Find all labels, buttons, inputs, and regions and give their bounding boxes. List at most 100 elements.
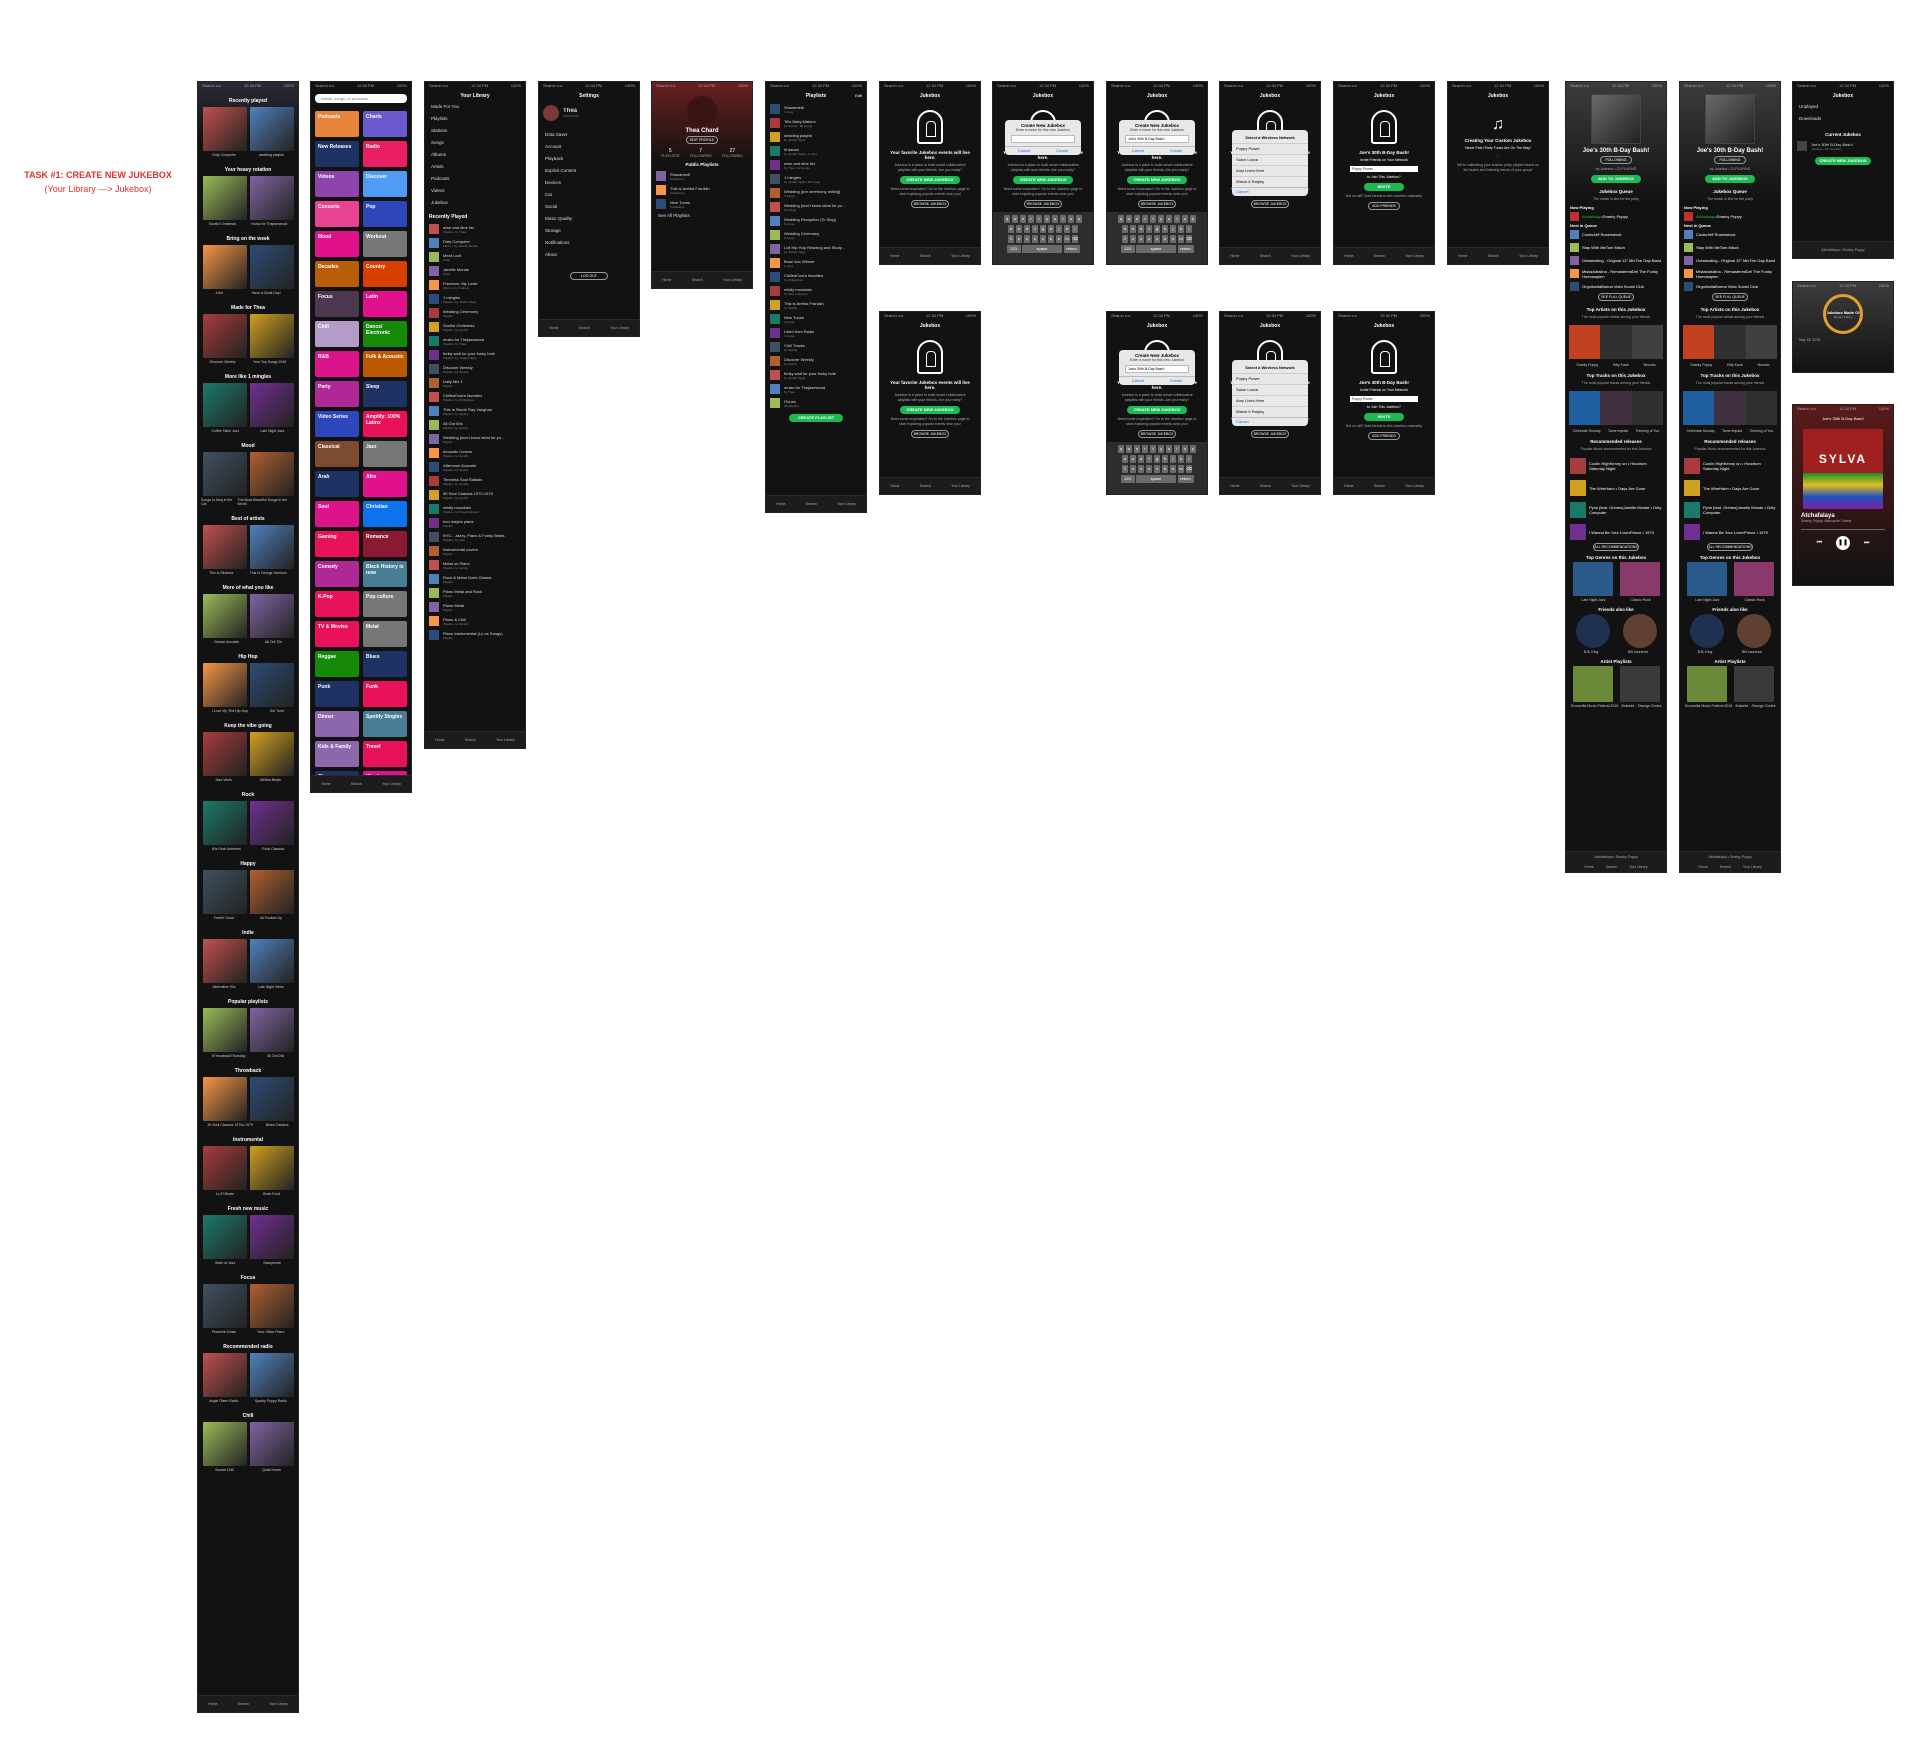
genre-tile[interactable]: Video Series <box>315 411 359 437</box>
genre-tile[interactable]: Arab <box>315 471 359 497</box>
browse-jukebox-button[interactable]: BROWSE JUKEBOX <box>911 430 949 438</box>
genre-tile[interactable] <box>1686 562 1727 596</box>
key[interactable]: p <box>1189 445 1197 453</box>
settings-item[interactable]: About <box>539 250 639 262</box>
key[interactable]: i <box>1059 215 1067 223</box>
list-item[interactable]: funky wait for your funky hole Playlist •… <box>425 348 525 362</box>
key[interactable]: ⌫ <box>1185 235 1193 243</box>
key[interactable]: q <box>1003 215 1011 223</box>
playlist-tile[interactable] <box>249 1146 294 1190</box>
nav-search[interactable]: Search <box>238 1702 249 1706</box>
nav-search[interactable]: Search <box>465 738 476 742</box>
library-menu-item[interactable]: Videos <box>425 186 525 198</box>
genre-tile[interactable] <box>1733 562 1774 596</box>
list-item[interactable]: Dirty Computer Album • by Janelle Monáe <box>425 236 525 250</box>
list-item[interactable]: This is Aretha Franklin 4 followers <box>652 183 752 197</box>
key[interactable]: h <box>1047 225 1055 233</box>
list-item[interactable]: funky wait for your funky hole by Jordan … <box>766 368 866 382</box>
key[interactable]: b <box>1047 235 1055 243</box>
key[interactable]: b <box>1161 235 1169 243</box>
key-return[interactable]: return <box>1177 245 1194 253</box>
key[interactable]: r <box>1027 215 1035 223</box>
key[interactable]: k <box>1177 455 1185 463</box>
key-return[interactable]: return <box>1177 475 1194 483</box>
playlist-tile[interactable] <box>249 314 294 358</box>
key[interactable]: s <box>1129 225 1137 233</box>
friend-artist-tile[interactable] <box>1575 614 1610 648</box>
add-to-jukebox-button[interactable]: ADD TO JUKEBOX <box>1705 175 1755 183</box>
genre-tile[interactable]: Punk <box>315 681 359 707</box>
create-button[interactable]: Create <box>1157 377 1195 385</box>
create-jukebox-button[interactable]: CREATE NEW JUKEBOX <box>900 406 960 414</box>
mini-player[interactable]: Atchafalaya • Snarky Puppy <box>1821 248 1864 252</box>
key[interactable]: u <box>1051 215 1059 223</box>
nav-library[interactable]: Your Library <box>269 1702 288 1706</box>
release-item[interactable]: I Wanna Be Your LoverPrince • 1979 <box>1680 521 1780 543</box>
genre-tile[interactable]: Kids & Family <box>315 741 359 767</box>
library-menu-item[interactable]: Playlists <box>425 114 525 126</box>
key[interactable]: k <box>1063 225 1071 233</box>
see-full-queue-button[interactable]: SEE FULL QUEUE <box>1712 293 1748 301</box>
release-item[interactable]: I Wanna Be Your LoverPrince • 1979 <box>1566 521 1666 543</box>
nav-library[interactable]: Your Library <box>496 738 515 742</box>
key[interactable]: p <box>1075 215 1083 223</box>
key-return[interactable]: return <box>1063 245 1080 253</box>
nav-home[interactable]: Home <box>1584 865 1593 869</box>
network-field[interactable]: Puppy Power <box>1350 396 1418 402</box>
keyboard[interactable]: q w e r t y u i o p a s d f g h j k l ⇧ z x c v b n m ⌫ 123 space retu… <box>993 212 1093 264</box>
genre-tile[interactable]: Dinner <box>315 711 359 737</box>
genre-tile[interactable]: Amplify: 100% Latinx <box>363 411 407 437</box>
list-item[interactable]: iTunes 20 playlists <box>766 396 866 410</box>
nav-home[interactable]: Home <box>435 738 444 742</box>
artist-tile[interactable] <box>1683 325 1715 359</box>
nav-search[interactable]: Search <box>579 326 590 330</box>
mini-player[interactable]: Atchafalaya • Snarky Puppy <box>1594 855 1637 859</box>
nav-home[interactable]: Home <box>1698 865 1707 869</box>
cancel-button[interactable]: Cancel <box>1236 188 1304 196</box>
queue-item[interactable]: Stay With MeTom Misch <box>1680 241 1780 254</box>
artist-playlist-tile[interactable] <box>1686 666 1727 702</box>
nav-search[interactable]: Search <box>1260 254 1271 258</box>
nav-library[interactable]: Your Library <box>1405 254 1424 258</box>
key[interactable]: a <box>1121 225 1129 233</box>
create-jukebox-button[interactable]: CREATE NEW JUKEBOX <box>1815 157 1871 165</box>
queue-item[interactable]: Outstanding - Original 12" MixThe Gap Ba… <box>1566 254 1666 267</box>
settings-item[interactable]: Account <box>539 142 639 154</box>
list-item[interactable]: Discover Weekly Playlist • by Spotify <box>425 362 525 376</box>
key[interactable]: ⌫ <box>1071 235 1079 243</box>
genre-tile[interactable]: Mood <box>315 231 359 257</box>
playlist-tile[interactable] <box>249 870 294 914</box>
playlist-tile[interactable] <box>249 594 294 638</box>
genre-tile[interactable]: Black History is now <box>363 561 407 587</box>
queue-item[interactable]: Outstanding - Original 12" MixThe Gap Ba… <box>1680 254 1780 267</box>
jukebox-name-input[interactable]: Joe's 30th B-Day Bash! <box>1125 365 1189 373</box>
playlist-tile[interactable] <box>202 870 247 914</box>
key[interactable]: h <box>1161 225 1169 233</box>
key[interactable]: o <box>1181 445 1189 453</box>
menu-downloads[interactable]: Downloads <box>1793 114 1893 126</box>
genre-tile[interactable]: Party <box>315 381 359 407</box>
playlist-tile[interactable] <box>202 525 247 569</box>
nav-library[interactable]: Your Library <box>610 326 629 330</box>
genre-tile[interactable]: K-Pop <box>315 591 359 617</box>
list-item[interactable]: music for Thejasewood by Thea <box>766 382 866 396</box>
key[interactable]: r <box>1141 215 1149 223</box>
friend-artist-tile[interactable] <box>1689 614 1724 648</box>
mini-player[interactable]: Atchafalaya • Snarky Puppy <box>1708 855 1751 859</box>
browse-jukebox-button[interactable]: BROWSE JUKEBOX <box>1251 200 1289 208</box>
genre-tile[interactable]: Chill <box>315 321 359 347</box>
track-tile[interactable] <box>1600 391 1632 425</box>
nav-library[interactable]: Your Library <box>951 254 970 258</box>
key[interactable]: l <box>1071 225 1079 233</box>
release-item[interactable]: The WireHaim • Days Are Gone <box>1680 477 1780 499</box>
add-to-jukebox-button[interactable]: ADD TO JUKEBOX <box>1591 175 1641 183</box>
nav-search[interactable]: Search <box>806 502 817 506</box>
genre-tile[interactable]: Jazz <box>363 441 407 467</box>
jukebox-name-input[interactable] <box>1011 135 1075 143</box>
following-button[interactable]: FOLLOWING <box>1600 156 1632 164</box>
invite-button[interactable]: INVITE <box>1364 183 1404 191</box>
all-recommendations-button[interactable]: ALL RECOMMENDATIONS <box>1593 543 1639 551</box>
key[interactable]: y <box>1157 215 1165 223</box>
key-123[interactable]: 123 <box>1006 245 1021 253</box>
playlist-tile[interactable] <box>202 1146 247 1190</box>
